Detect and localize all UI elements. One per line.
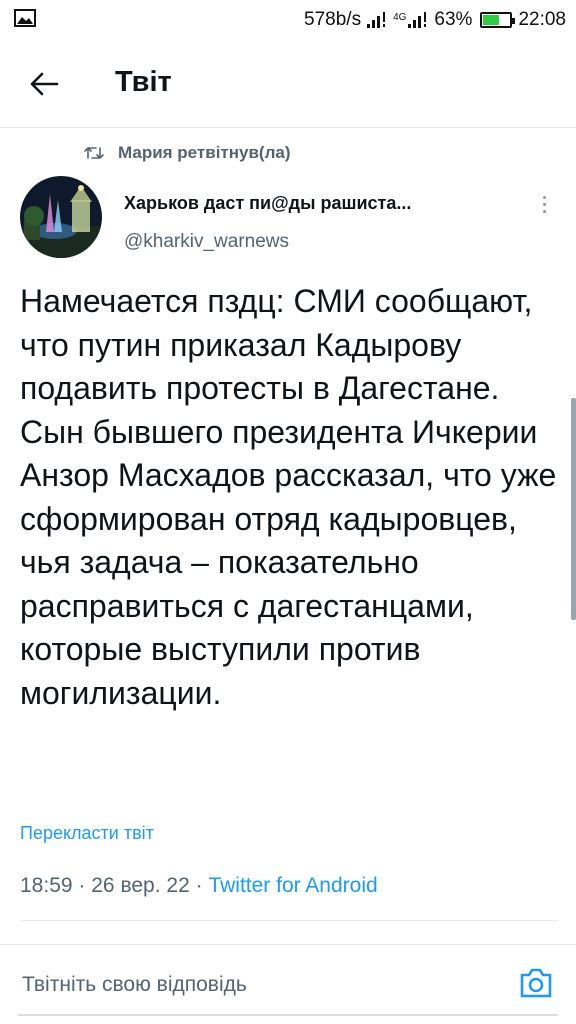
retweet-icon [84,147,104,159]
author-name[interactable]: Харьков даст пи@ды рашиста... [124,193,411,214]
tweet-meta: 18:59 · 26 вер. 22 · Twitter for Android [20,874,378,898]
meta-separator: · [195,874,203,897]
meta-separator: · [78,874,86,897]
avatar[interactable] [20,176,102,258]
tweet-client-link[interactable]: Twitter for Android [208,874,377,897]
tweet-text: Намечается пздц: СМИ сообщают, что путин… [20,283,557,711]
image-icon [14,9,36,27]
reply-input[interactable] [22,973,482,997]
page-title: Твіт [115,66,172,98]
scrollbar[interactable] [571,398,576,620]
author-handle[interactable]: @kharkiv_warnews [124,231,289,253]
divider [20,920,558,921]
retweet-text: Мария ретвітнув(ла) [118,143,291,162]
reply-bar [0,944,576,1024]
app-header: Твіт [0,40,576,128]
status-bar: 578b/s 4G 63% 22:08 [0,0,576,40]
clock: 22:08 [518,9,566,30]
arrow-left-icon [30,72,59,96]
translate-tweet-link[interactable]: Перекласти твіт [20,823,154,844]
battery-percent: 63% [434,9,473,30]
signal-icon [408,12,427,28]
back-button[interactable] [20,62,68,106]
tweet-time: 18:59 [20,874,73,897]
more-dot [542,195,546,199]
network-speed: 578b/s [304,9,362,30]
battery-icon [480,12,516,28]
avatar-image [20,176,102,258]
signal-icon [367,12,386,28]
network-type: 4G [393,11,407,23]
bottom-divider [18,1014,558,1016]
camera-icon[interactable] [518,965,554,1001]
retweet-context[interactable]: Мария ретвітнув(ла) [84,143,291,163]
more-dot [542,202,546,206]
tweet-date: 26 вер. 22 [91,874,190,897]
more-options-button[interactable] [534,190,554,218]
more-dot [542,209,546,213]
battery-level [483,15,500,25]
